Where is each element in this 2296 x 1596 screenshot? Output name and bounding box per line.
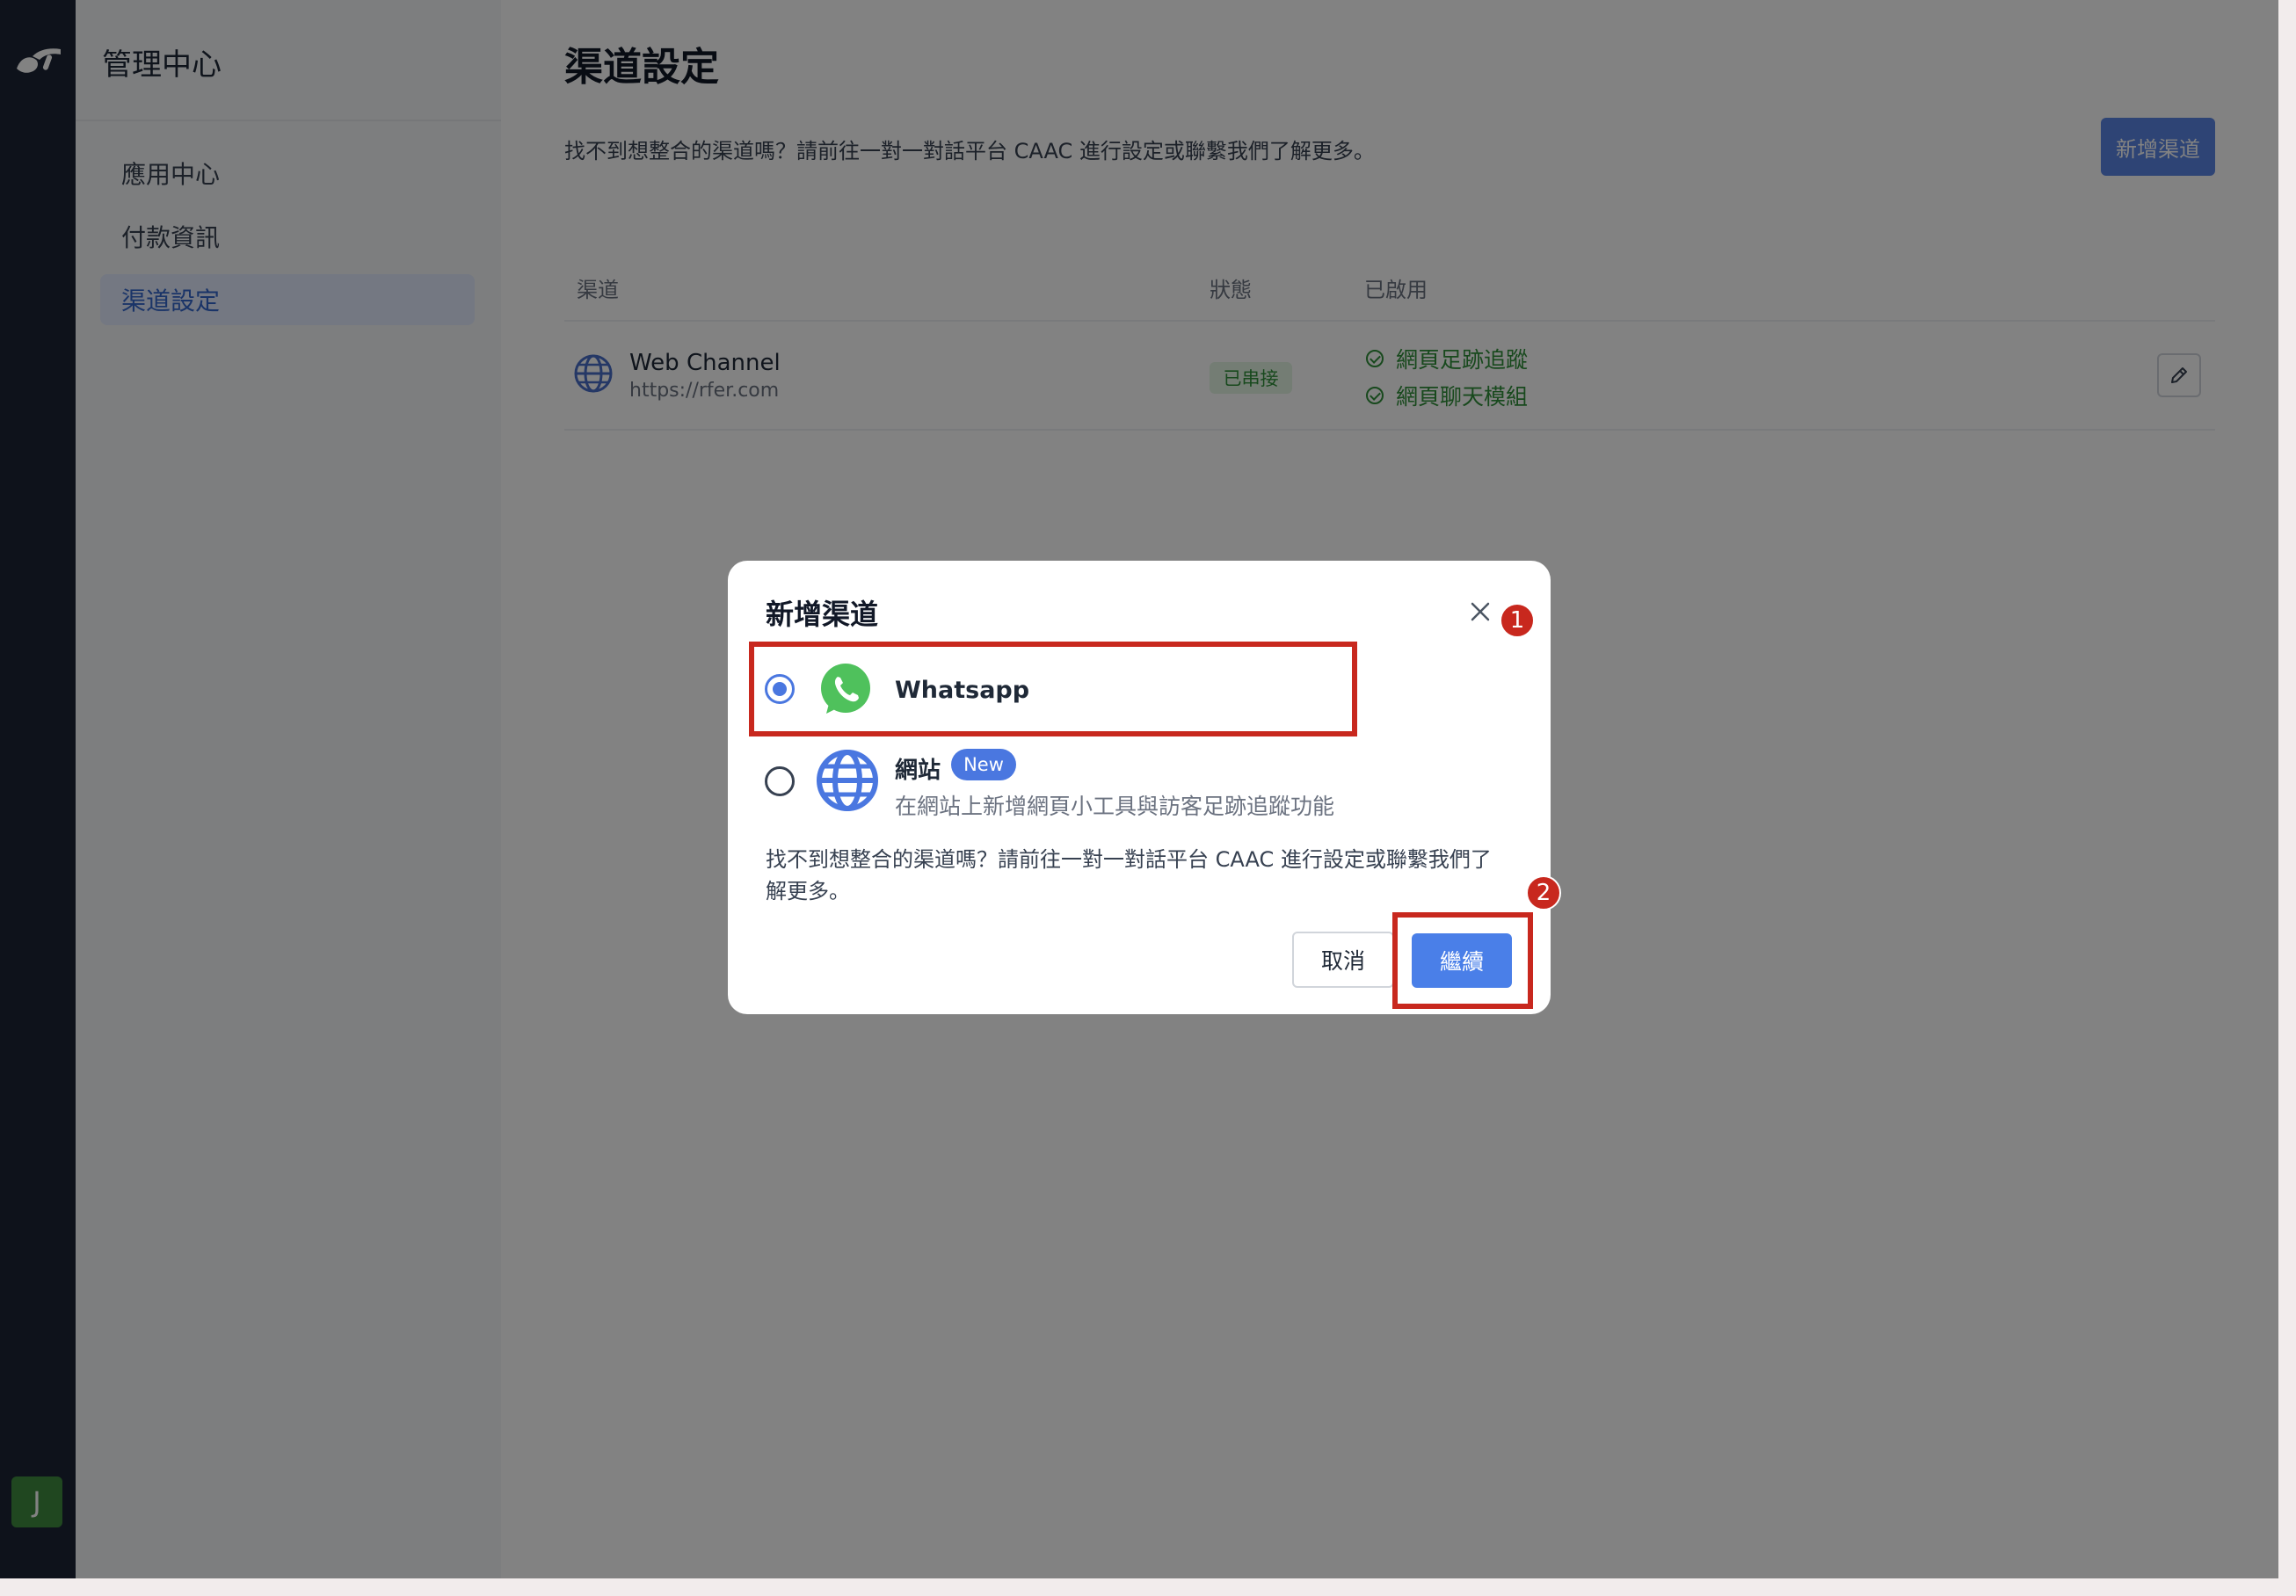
new-badge: New: [951, 749, 1016, 780]
step-marker-1: 1: [1500, 603, 1535, 638]
website-option-description: 在網站上新增網頁小工具與訪客足跡追蹤功能: [895, 794, 1335, 819]
highlight-box-whatsapp: [749, 642, 1357, 736]
cancel-button[interactable]: 取消: [1292, 932, 1394, 988]
dialog-note: 找不到想整合的渠道嗎？請前往一對一對話平台 CAAC 進行設定或聯繫我們了解更多…: [766, 847, 1492, 903]
step-marker-2: 2: [1526, 875, 1561, 910]
website-option-label: 網站: [895, 758, 941, 784]
close-icon[interactable]: [1464, 596, 1496, 628]
globe-icon: [817, 750, 878, 811]
dialog-title: 新增渠道: [766, 598, 879, 631]
app-window: J 管理中心 應用中心 付款資訊 渠道設定 渠道設定 找不到想整合的渠道嗎？請前…: [0, 0, 2278, 1578]
website-radio[interactable]: [765, 766, 795, 796]
highlight-box-continue: [1392, 912, 1533, 1009]
add-channel-dialog: 新增渠道 Whatsapp 網站 New 在網站上新增網頁小工具與訪客足跡追蹤功…: [728, 561, 1561, 1014]
